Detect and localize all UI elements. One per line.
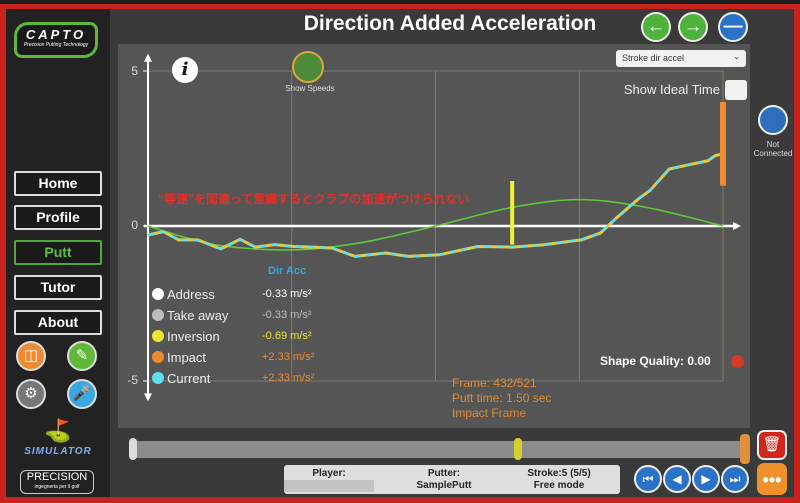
y-tick-label: -5: [127, 373, 138, 387]
frame-info: Frame: 432/521 Putt time: 1.50 sec Impact …: [452, 376, 551, 421]
show-speeds-label[interactable]: Show Speeds: [270, 84, 350, 93]
legend-label: Impact: [167, 349, 207, 365]
more-options-button[interactable]: •••: [757, 463, 787, 495]
legend-dot: [152, 288, 164, 300]
legend-row: Inversion -0.69 m/s²: [152, 326, 352, 346]
legend-value: +2.33 m/s²: [262, 372, 315, 384]
frame-status: Impact Frame: [452, 406, 527, 420]
y-tick-label: 0: [131, 218, 138, 232]
legend-label: Current: [167, 370, 211, 386]
x-axis-arrow: [733, 222, 741, 230]
legend-row: Impact +2.33 m/s²: [152, 347, 352, 367]
legend-label: Address: [167, 286, 215, 302]
legend-header: Dir Acc: [268, 265, 307, 277]
player-label: Player:: [312, 468, 346, 479]
show-speeds-icon[interactable]: [292, 51, 324, 83]
timeline-position-handle[interactable]: [514, 438, 523, 460]
y-axis-arrow: [144, 53, 152, 62]
timeline-end-handle[interactable]: [740, 434, 750, 464]
info-bar: Player: Putter: SamplePutt Stroke:5 (5/5…: [284, 465, 620, 494]
legend-dot: [152, 351, 164, 363]
skip-start-icon[interactable]: ⏮: [634, 465, 662, 493]
putter-label: Putter:: [427, 468, 461, 479]
putter-value: SamplePutt: [416, 480, 472, 491]
player-value: [284, 480, 374, 492]
trash-icon[interactable]: 🗑: [757, 430, 787, 460]
legend-value: -0.33 m/s²: [262, 288, 312, 300]
legend-row: Address -0.33 m/s²: [152, 284, 352, 304]
legend-value: +2.33 m/s²: [262, 351, 315, 363]
shape-quality-indicator: [731, 355, 744, 368]
legend-dot: [152, 372, 164, 384]
y-axis-arrow: [144, 393, 152, 402]
step-forward-icon[interactable]: ▶: [692, 465, 720, 493]
putt-time: Putt time: 1.50 sec: [452, 391, 552, 405]
connection-icon[interactable]: [758, 105, 788, 135]
show-ideal-time-label: Show Ideal Time: [623, 82, 720, 97]
legend-value: -0.33 m/s²: [262, 309, 312, 321]
shape-quality: Shape Quality: 0.00: [600, 354, 711, 368]
legend-dot: [152, 309, 164, 321]
info-icon[interactable]: i: [172, 57, 198, 83]
y-tick-label: 5: [131, 64, 138, 78]
select-value: Stroke dir accel: [622, 53, 685, 63]
step-back-icon[interactable]: ◀: [663, 465, 691, 493]
legend-label: Take away: [167, 307, 229, 323]
timeline-start-handle[interactable]: [129, 438, 137, 460]
mode-label: Free mode: [533, 480, 585, 491]
skip-end-icon[interactable]: ⏭: [721, 465, 749, 493]
legend-dot: [152, 330, 164, 342]
timeline-scrubber[interactable]: [130, 441, 746, 458]
legend-label: Inversion: [167, 328, 220, 344]
stroke-label: Stroke:5 (5/5): [527, 468, 591, 479]
annotation-text: “等速”を間違って意識するとクラブの加速がつけられない: [158, 192, 470, 206]
legend-row: Take away -0.33 m/s²: [152, 305, 352, 325]
show-ideal-time-checkbox[interactable]: [725, 80, 747, 100]
chevron-down-icon: ⌄: [733, 52, 740, 61]
chart-type-select[interactable]: Stroke dir accel ⌄: [616, 50, 746, 67]
legend-value: -0.69 m/s²: [262, 330, 312, 342]
legend-row: Current +2.33 m/s²: [152, 368, 352, 388]
frame-counter: Frame: 432/521: [452, 376, 537, 390]
connection-status: Not Connected: [753, 140, 793, 158]
